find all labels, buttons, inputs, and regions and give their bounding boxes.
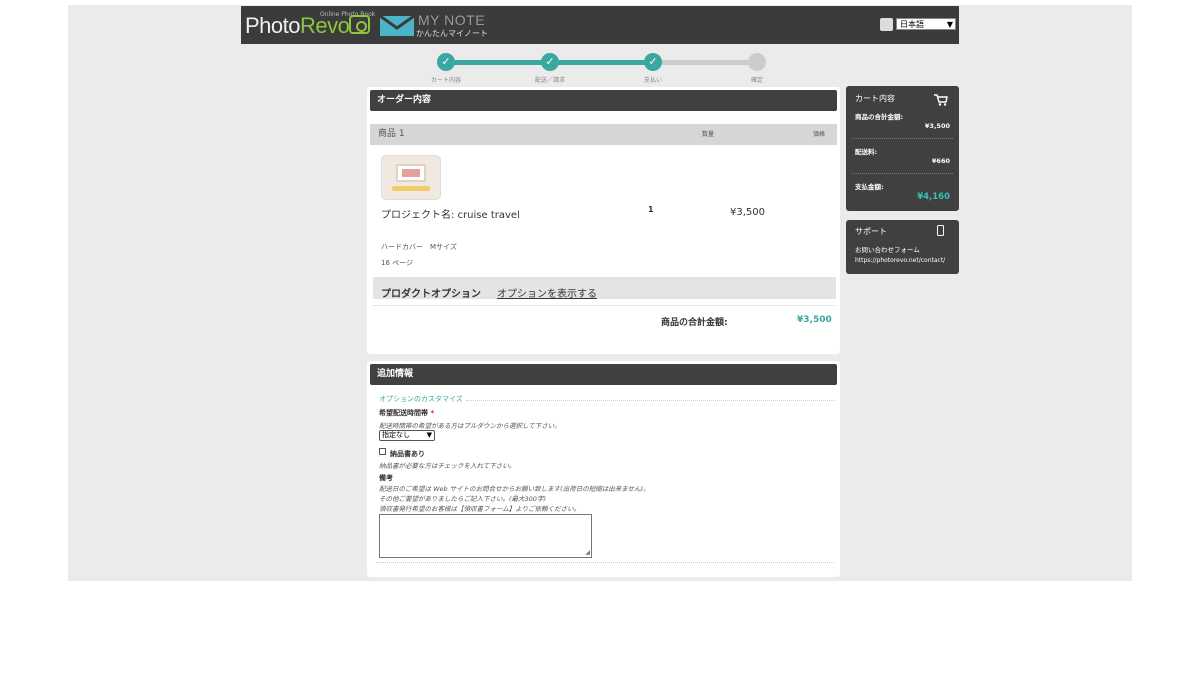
divider: [852, 138, 953, 139]
order-panel-title: オーダー内容: [370, 90, 837, 111]
delivery-time-select[interactable]: 指定なし ▼: [379, 430, 435, 441]
receipt-label: 納品書あり: [390, 450, 425, 458]
notes-help-2: その他ご要望がありましたらご記入下さい。(最大300字): [379, 495, 546, 503]
col-price: 価格: [813, 131, 826, 138]
receipt-help: 納品書が必要な方はチェックを入れて下さい。: [379, 462, 516, 470]
step-3-check-icon: ✓: [644, 53, 662, 71]
notes-label: 備考: [379, 474, 393, 482]
notes-help-3: 領収書発行希望のお客様は【領収書フォーム】よりご依頼ください。: [379, 505, 581, 513]
subtotal-label: 商品の合計金額:: [661, 318, 728, 328]
project-name: プロジェクト名: cruise travel: [381, 210, 520, 221]
section-divider: [466, 400, 836, 401]
col-qty: 数量: [702, 131, 715, 138]
show-options-link[interactable]: オプションを表示する: [497, 285, 597, 300]
support-panel: サポート お問い合わせフォーム https://photorevo.net/co…: [846, 220, 959, 274]
notes-help-1: 配送日のご希望は Web サイトのお問合せからお願い致します(出荷日の短縮は出来…: [379, 485, 650, 493]
shipping-label: 配送料:: [855, 148, 878, 156]
cart-summary-panel: カート内容 商品の合計金額: ¥3,500 配送料: ¥660 支払金額: ¥4…: [846, 86, 959, 211]
col-item: 商品 1: [378, 129, 405, 139]
order-table-header: 商品 1 数量 価格: [370, 124, 837, 145]
delivery-time-label: 希望配送時間帯 *: [379, 409, 435, 417]
item-price: ¥3,500: [730, 207, 765, 218]
delivery-time-help: 配送時間帯の希望がある方はプルダウンから選択して下さい。: [379, 422, 561, 430]
mynote-logo-icon[interactable]: [380, 16, 414, 36]
resize-grip-icon[interactable]: ◢: [585, 549, 590, 556]
product-thumbnail: [381, 155, 441, 200]
support-title: サポート: [855, 227, 887, 236]
phone-icon: [937, 225, 944, 236]
step-label-payment: 支払い: [643, 77, 662, 84]
contact-form-label: お問い合わせフォーム: [855, 246, 920, 254]
cart-summary-title: カート内容: [855, 94, 895, 103]
camera-logo-icon: [349, 15, 370, 34]
cart-items-value: ¥3,500: [924, 122, 950, 130]
chevron-down-icon: ▼: [946, 20, 953, 29]
step-4-dot: [748, 53, 766, 71]
cover-type: ハードカバー Mサイズ: [381, 243, 457, 251]
item-quantity: 1: [648, 205, 654, 214]
shipping-value: ¥660: [931, 157, 950, 165]
mynote-title: MY NOTE: [418, 12, 486, 28]
language-select[interactable]: 日本語 ▼: [896, 18, 956, 30]
step-2-check-icon: ✓: [541, 53, 559, 71]
bottom-divider: [376, 562, 834, 563]
page-count: 16 ページ: [381, 259, 413, 267]
subtotal-value: ¥3,500: [797, 315, 832, 325]
total-label: 支払金額:: [855, 183, 884, 191]
photorevo-logo[interactable]: PhotoRevo: [245, 14, 350, 38]
step-1-check-icon: ✓: [437, 53, 455, 71]
step-label-cart: カート内容: [430, 77, 461, 84]
cart-items-label: 商品の合計金額:: [855, 113, 904, 121]
customize-section-title: オプションのカスタマイズ: [379, 395, 463, 403]
notes-textarea[interactable]: ◢: [379, 514, 592, 558]
divider: [373, 305, 836, 306]
globe-icon: [880, 18, 893, 31]
chevron-down-icon: ▼: [426, 431, 432, 439]
step-label-confirm: 確定: [750, 77, 763, 84]
total-value: ¥4,160: [917, 192, 950, 202]
step-label-shipping: 配送／請求: [534, 77, 565, 84]
product-options-label: プロダクトオプション: [381, 289, 481, 300]
mynote-subtitle: かんたんマイノート: [416, 29, 488, 38]
divider: [852, 173, 953, 174]
required-mark: *: [430, 409, 435, 417]
cart-icon: [934, 94, 948, 106]
additional-info-title: 追加情報: [370, 364, 837, 385]
contact-form-link[interactable]: https://photorevo.net/contact/: [855, 257, 945, 264]
receipt-checkbox[interactable]: [379, 448, 386, 455]
